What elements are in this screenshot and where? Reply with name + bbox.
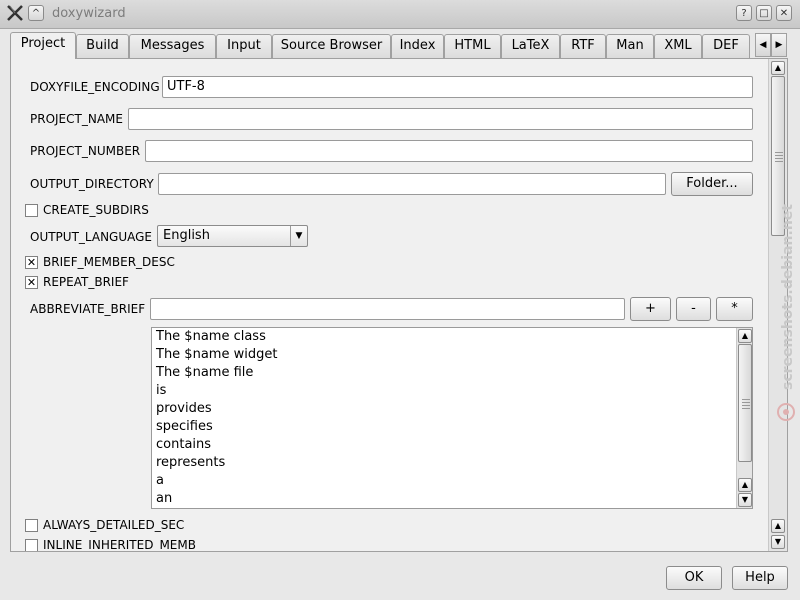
scroll-up-icon[interactable]: ▲: [771, 61, 785, 75]
help-button[interactable]: Help: [732, 566, 788, 590]
shade-button[interactable]: ^: [28, 5, 44, 21]
tab-bar: Project Build Messages Input Source Brow…: [10, 32, 770, 59]
scroll-down-icon[interactable]: ▼: [771, 535, 785, 549]
output-language-label: OUTPUT_LANGUAGE: [30, 230, 153, 244]
title-bar: ^ doxywizard ? □ ✕: [0, 0, 800, 29]
list-item[interactable]: an: [156, 491, 172, 506]
tab-messages[interactable]: Messages: [129, 34, 216, 58]
always-detailed-sec-checkbox[interactable]: [25, 519, 38, 532]
scroll-up-icon[interactable]: ▲: [771, 519, 785, 533]
watermark: screenshots.debian.net: [772, 180, 800, 440]
output-language-select[interactable]: English ▼: [157, 225, 308, 247]
tab-index[interactable]: Index: [391, 34, 444, 58]
scroll-down-icon[interactable]: ▼: [738, 493, 752, 507]
list-item[interactable]: is: [156, 383, 166, 398]
tab-scroll-left-icon[interactable]: ◀: [755, 33, 771, 57]
list-item[interactable]: contains: [156, 437, 211, 452]
folder-button[interactable]: Folder...: [671, 172, 753, 196]
list-item[interactable]: specifies: [156, 419, 213, 434]
grip-icon: [742, 399, 750, 409]
always-detailed-sec-label: ALWAYS_DETAILED_SEC: [43, 518, 185, 532]
edit-item-button[interactable]: *: [716, 297, 753, 321]
list-scroll-thumb[interactable]: [738, 344, 752, 462]
help-title-button[interactable]: ?: [736, 5, 752, 21]
tab-html[interactable]: HTML: [444, 34, 501, 58]
tab-man[interactable]: Man: [606, 34, 654, 58]
tab-input[interactable]: Input: [216, 34, 272, 58]
tab-build[interactable]: Build: [76, 34, 129, 58]
tab-rtf[interactable]: RTF: [560, 34, 606, 58]
output-directory-label: OUTPUT_DIRECTORY: [30, 177, 154, 191]
project-number-label: PROJECT_NUMBER: [30, 144, 141, 158]
inline-inherited-memb-checkbox[interactable]: [25, 539, 38, 551]
abbreviate-brief-label: ABBREVIATE_BRIEF: [30, 302, 146, 316]
project-name-label: PROJECT_NAME: [30, 112, 123, 126]
inline-inherited-memb-label: INLINE_INHERITED_MEMB: [43, 538, 196, 552]
add-item-button[interactable]: +: [630, 297, 671, 321]
list-item[interactable]: a: [156, 473, 164, 488]
tab-scroll-right-icon[interactable]: ▶: [771, 33, 787, 57]
output-directory-input[interactable]: [158, 173, 666, 195]
project-panel: DOXYFILE_ENCODING UTF-8 PROJECT_NAME PRO…: [10, 58, 788, 552]
list-scrollbar[interactable]: ▲ ▲ ▼: [736, 328, 752, 508]
watermark-text: screenshots.debian.net: [780, 204, 796, 390]
project-name-input[interactable]: [128, 108, 753, 130]
brief-member-desc-label: BRIEF_MEMBER_DESC: [43, 255, 175, 269]
x-logo-icon[interactable]: [6, 4, 24, 22]
window-title: doxywizard: [52, 6, 126, 21]
abbreviate-brief-list[interactable]: The $name class The $name widget The $na…: [151, 327, 753, 509]
list-item[interactable]: The $name widget: [156, 347, 277, 362]
project-number-input[interactable]: [145, 140, 753, 162]
list-item[interactable]: The $name class: [156, 329, 266, 344]
create-subdirs-label: CREATE_SUBDIRS: [43, 203, 149, 217]
tab-latex[interactable]: LaTeX: [501, 34, 560, 58]
doxyfile-encoding-label: DOXYFILE_ENCODING: [30, 80, 160, 94]
maximize-button[interactable]: □: [756, 5, 772, 21]
grip-icon: [775, 152, 783, 162]
doxyfile-encoding-input[interactable]: UTF-8: [162, 76, 753, 98]
remove-item-button[interactable]: -: [676, 297, 711, 321]
list-item[interactable]: The $name file: [156, 365, 253, 380]
close-button[interactable]: ✕: [776, 5, 792, 21]
tab-project[interactable]: Project: [10, 32, 76, 59]
tab-source-browser[interactable]: Source Browser: [272, 34, 391, 58]
list-item[interactable]: represents: [156, 455, 225, 470]
scroll-up-icon[interactable]: ▲: [738, 478, 752, 492]
brief-member-desc-checkbox[interactable]: ✕: [25, 256, 38, 269]
repeat-brief-checkbox[interactable]: ✕: [25, 276, 38, 289]
repeat-brief-label: REPEAT_BRIEF: [43, 275, 129, 289]
list-item[interactable]: provides: [156, 401, 212, 416]
ok-button[interactable]: OK: [666, 566, 722, 590]
chevron-down-icon: ▼: [290, 226, 307, 246]
output-language-value: English: [163, 228, 210, 243]
tab-xml[interactable]: XML: [654, 34, 702, 58]
scroll-up-icon[interactable]: ▲: [738, 329, 752, 343]
tab-def[interactable]: DEF: [702, 34, 750, 58]
create-subdirs-checkbox[interactable]: [25, 204, 38, 217]
abbreviate-brief-input[interactable]: [150, 298, 625, 320]
